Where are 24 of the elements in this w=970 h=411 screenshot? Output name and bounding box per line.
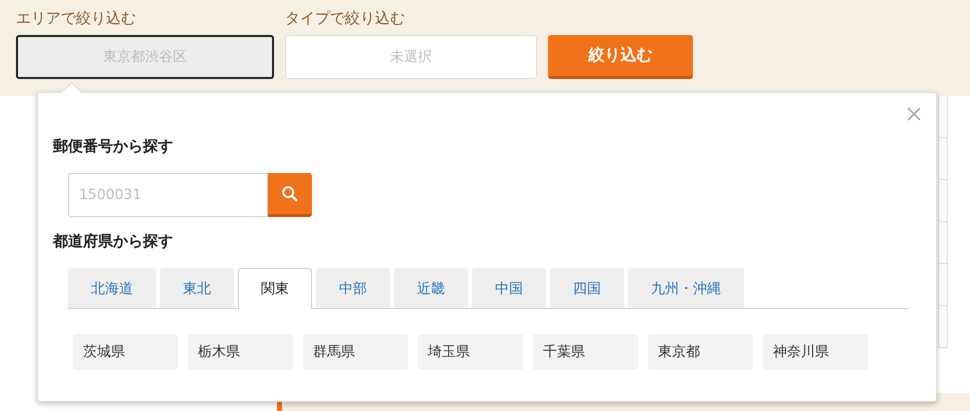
- region-tab[interactable]: 関東: [238, 268, 312, 309]
- filter-label: エリアで絞り込む: [16, 8, 137, 28]
- prefecture-button[interactable]: 千葉県: [533, 334, 638, 370]
- prefecture-button[interactable]: 埼玉県: [418, 334, 523, 370]
- prefecture-button[interactable]: 栃木県: [188, 334, 293, 370]
- region-tab[interactable]: 九州・沖縄: [628, 268, 744, 308]
- region-tab[interactable]: 北海道: [68, 268, 156, 308]
- search-icon: [281, 184, 299, 202]
- prefecture-button[interactable]: 東京都: [648, 334, 753, 370]
- prefecture-button[interactable]: 神奈川県: [763, 334, 868, 370]
- filter-label: タイプで絞り込む: [285, 8, 406, 28]
- prefecture-button[interactable]: 茨城県: [73, 334, 178, 370]
- search-button[interactable]: [268, 173, 312, 217]
- region-tab[interactable]: 東北: [160, 268, 234, 308]
- region-tab[interactable]: 近畿: [394, 268, 468, 308]
- prefecture-button[interactable]: 群馬県: [303, 334, 408, 370]
- close-icon[interactable]: [906, 106, 922, 122]
- prefecture-heading: 都道府県から探す: [53, 231, 174, 252]
- filter-submit-button[interactable]: 絞り込む: [548, 35, 693, 79]
- postal-heading: 郵便番号から探す: [53, 136, 174, 157]
- postal-code-field[interactable]: 1500031: [68, 173, 268, 217]
- region-tab[interactable]: 四国: [550, 268, 624, 308]
- region-tab[interactable]: 中国: [472, 268, 546, 308]
- region-tab[interactable]: 中部: [316, 268, 390, 308]
